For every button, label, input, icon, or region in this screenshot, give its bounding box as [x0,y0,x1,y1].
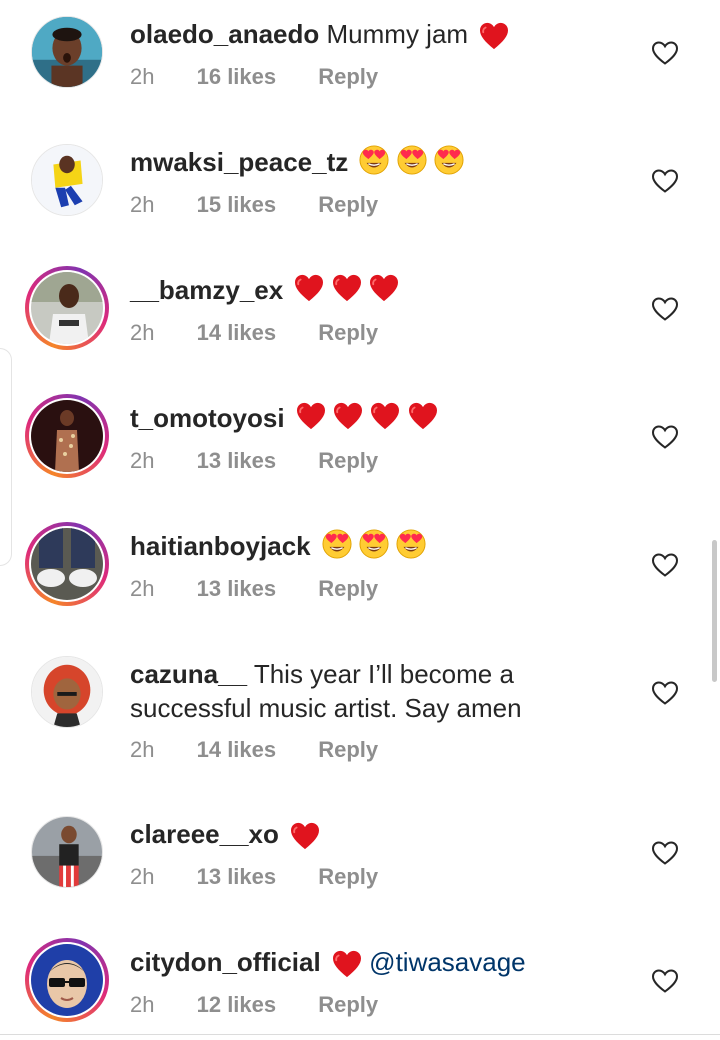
panel-edge [0,348,12,566]
comment-text: __bamzy_ex [130,273,590,310]
red-heart-emoji [296,402,326,430]
like-count[interactable]: 13 likes [197,864,277,889]
comment-meta: 2h 15 likes Reply [130,192,414,218]
red-heart-emoji [479,22,509,50]
like-count[interactable]: 15 likes [197,192,277,217]
avatar-image [31,400,103,472]
comment-message-line2: successful music artist. Say amen [130,693,522,723]
comment-message: This year I’ll become a [253,659,514,689]
like-count[interactable]: 14 likes [197,737,277,762]
username[interactable]: olaedo_anaedo [130,19,319,49]
avatar-image [31,528,103,600]
comment-meta: 2h 13 likes Reply [130,448,414,474]
comment-time: 2h [130,864,155,889]
comment-time: 2h [130,64,155,89]
comment-text: mwaksi_peace_tz [130,145,590,183]
reply-button[interactable]: Reply [318,992,378,1017]
heart-outline-icon[interactable] [650,678,680,708]
like-count[interactable]: 16 likes [197,64,277,89]
emoji-group [296,402,438,438]
avatar-image [32,145,102,215]
avatar-image [32,657,102,727]
reply-button[interactable]: Reply [318,64,378,89]
red-heart-emoji [333,402,363,430]
reply-button[interactable]: Reply [318,448,378,473]
like-count[interactable]: 12 likes [197,992,277,1017]
reply-button[interactable]: Reply [318,737,378,762]
heart-eyes-emoji [397,145,427,175]
comment-meta: 2h 14 likes Reply [130,737,414,763]
avatar-image [32,17,102,87]
avatar[interactable] [25,650,109,734]
comment-text: olaedo_anaedo Mummy jam [130,17,590,51]
heart-outline-icon[interactable] [650,38,680,68]
red-heart-emoji [332,274,362,302]
red-heart-emoji [294,274,324,302]
avatar[interactable] [25,938,109,1022]
red-heart-emoji [370,402,400,430]
reply-button[interactable]: Reply [318,864,378,889]
red-heart-emoji [332,950,362,978]
username[interactable]: __bamzy_ex [130,275,283,305]
heart-outline-icon[interactable] [650,294,680,324]
comment-text: haitianboyjack [130,529,590,567]
username[interactable]: mwaksi_peace_tz [130,147,348,177]
heart-outline-icon[interactable] [650,966,680,996]
avatar[interactable] [25,138,109,222]
reply-button[interactable]: Reply [318,320,378,345]
mention-link[interactable]: @tiwasavage [369,947,525,977]
comment-time: 2h [130,992,155,1017]
comment-text: t_omotoyosi [130,401,590,438]
username[interactable]: citydon_official [130,947,321,977]
heart-eyes-emoji [359,145,389,175]
comment-time: 2h [130,576,155,601]
emoji-group [359,145,463,183]
like-count[interactable]: 13 likes [197,576,277,601]
avatar[interactable] [25,522,109,606]
comment-time: 2h [130,737,155,762]
comment-time: 2h [130,320,155,345]
avatar[interactable] [25,810,109,894]
emoji-group [294,274,398,310]
red-heart-emoji [290,822,320,850]
like-count[interactable]: 13 likes [197,448,277,473]
like-count[interactable]: 14 likes [197,320,277,345]
emoji-group [322,529,426,567]
comment-text: citydon_official @tiwasavage [130,945,590,979]
comment-message: Mummy jam [326,19,469,49]
scrollbar[interactable] [712,540,717,682]
reply-button[interactable]: Reply [318,192,378,217]
heart-outline-icon[interactable] [650,838,680,868]
heart-outline-icon[interactable] [650,422,680,452]
avatar-image [31,944,103,1016]
red-heart-emoji [369,274,399,302]
avatar[interactable] [25,266,109,350]
comment-text: cazuna__ This year I’ll become a success… [130,657,590,725]
heart-eyes-emoji [322,529,352,559]
username[interactable]: cazuna__ [130,659,247,689]
comment-time: 2h [130,448,155,473]
avatar[interactable] [25,10,109,94]
username[interactable]: t_omotoyosi [130,403,285,433]
comment-meta: 2h 16 likes Reply [130,64,414,90]
comment-meta: 2h 14 likes Reply [130,320,414,346]
heart-eyes-emoji [396,529,426,559]
bottom-divider [0,1034,720,1035]
heart-eyes-emoji [359,529,389,559]
comment-meta: 2h 13 likes Reply [130,864,414,890]
comment-meta: 2h 13 likes Reply [130,576,414,602]
heart-eyes-emoji [434,145,464,175]
comment-text: clareee__xo [130,817,590,851]
comment-meta: 2h 12 likes Reply [130,992,414,1018]
avatar[interactable] [25,394,109,478]
comment-time: 2h [130,192,155,217]
avatar-image [31,272,103,344]
avatar-image [32,817,102,887]
red-heart-emoji [408,402,438,430]
heart-outline-icon[interactable] [650,550,680,580]
heart-outline-icon[interactable] [650,166,680,196]
reply-button[interactable]: Reply [318,576,378,601]
username[interactable]: clareee__xo [130,819,279,849]
username[interactable]: haitianboyjack [130,531,311,561]
